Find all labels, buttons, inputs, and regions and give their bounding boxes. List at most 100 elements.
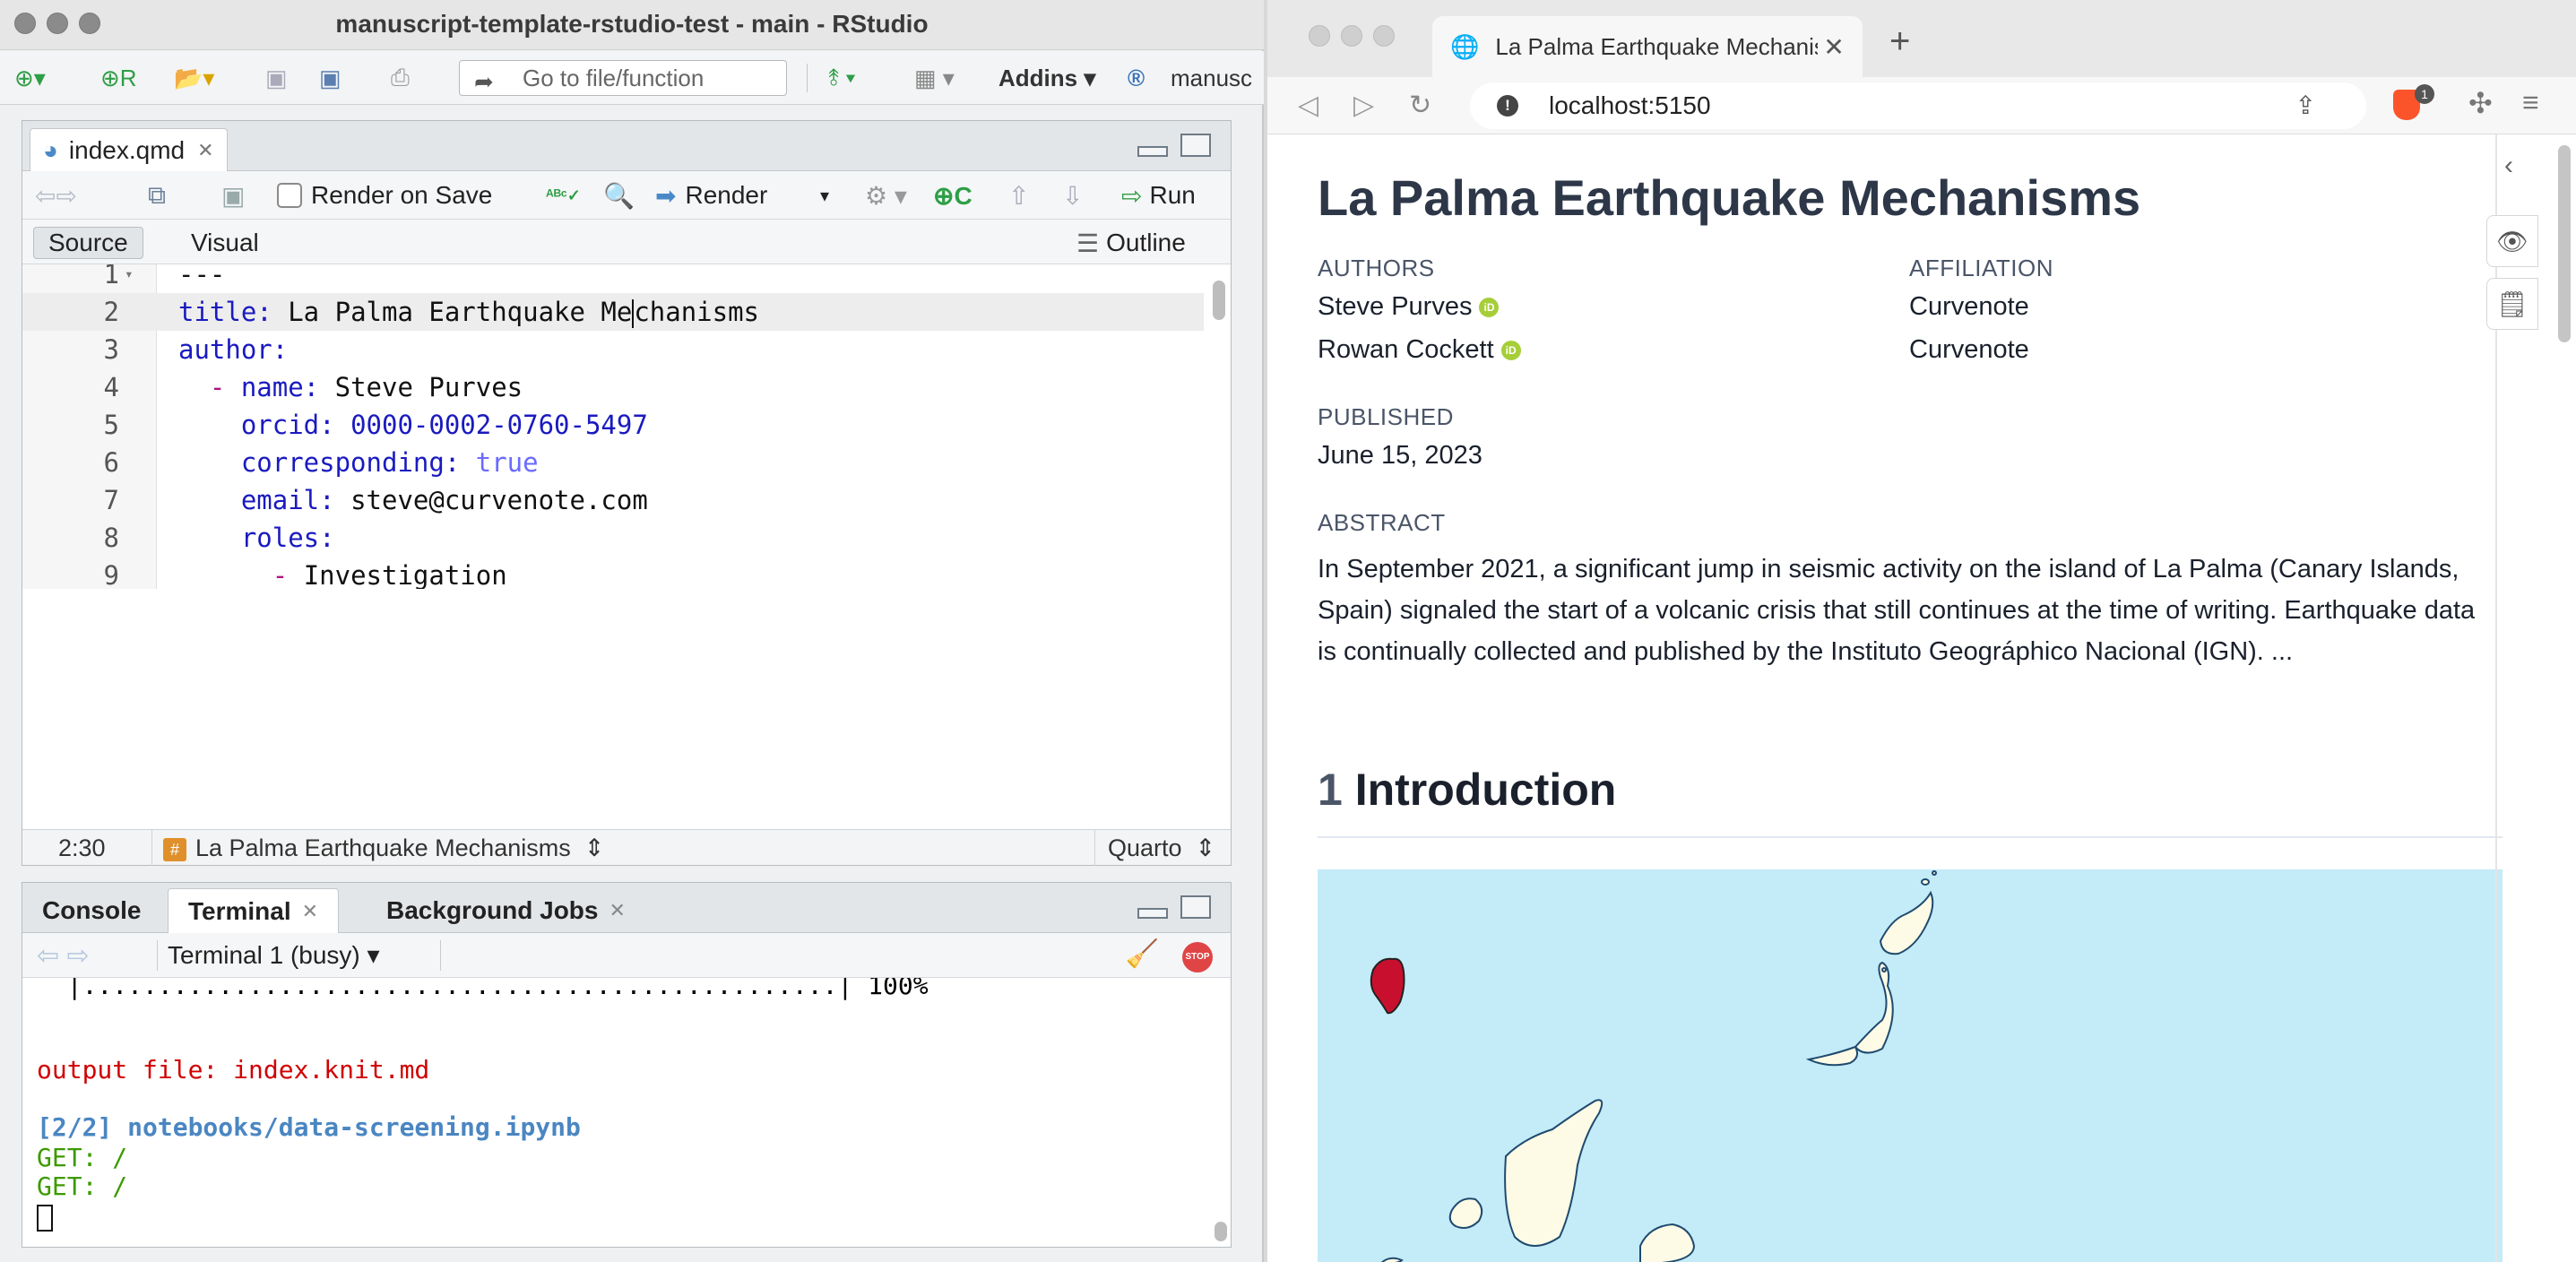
extensions-icon[interactable]: ✣ bbox=[2468, 86, 2493, 120]
code-line[interactable]: 6 corresponding: true bbox=[22, 444, 1204, 481]
render-options-chevron-icon[interactable]: ▾ bbox=[820, 180, 829, 211]
address-bar[interactable]: ! localhost:5150 ⇪ bbox=[1470, 82, 2366, 129]
outline-button[interactable]: ☰ Outline bbox=[1062, 227, 1200, 259]
open-file-icon[interactable]: 📂▾ bbox=[174, 62, 214, 94]
chunk-down-icon[interactable]: ⇩ bbox=[1062, 180, 1083, 211]
broom-clear-icon[interactable]: 🧹 bbox=[1126, 938, 1159, 970]
orcid-icon[interactable]: iD bbox=[1500, 341, 1521, 361]
code-line[interactable]: 8 roles: bbox=[22, 519, 1204, 557]
back-arrow-icon[interactable]: ⇦⇨ bbox=[35, 180, 77, 211]
browser-tab[interactable]: 🌐 La Palma Earthquake Mechanisms ✕ bbox=[1432, 16, 1863, 77]
source-mode-button[interactable]: Source bbox=[33, 227, 143, 259]
gear-icon[interactable]: ⚙ ▾ bbox=[865, 180, 907, 211]
print-icon[interactable]: ⎙ bbox=[391, 62, 410, 94]
spellcheck-icon[interactable]: ᴬᴮᶜ✓ bbox=[546, 180, 581, 211]
orcid-icon[interactable]: iD bbox=[1479, 298, 1500, 318]
file-tab-index-qmd[interactable]: ◕ index.qmd ✕ bbox=[30, 128, 228, 171]
terminal-output-file-line: output file: index.knit.md bbox=[37, 1055, 430, 1085]
minimize-pane-button[interactable] bbox=[1137, 146, 1168, 157]
vcs-icon[interactable]: ⥉ ▾ bbox=[828, 62, 855, 94]
close-tab-icon[interactable]: ✕ bbox=[1823, 32, 1844, 62]
render-on-save-checkbox[interactable]: Render on Save bbox=[277, 180, 492, 211]
save-all-icon[interactable]: ▣ bbox=[319, 62, 341, 94]
close-window-button[interactable] bbox=[1309, 25, 1330, 47]
code-text: - Investigation bbox=[272, 560, 507, 589]
info-icon[interactable]: ! bbox=[1497, 95, 1518, 117]
share-icon[interactable]: ⇪ bbox=[2295, 82, 2316, 129]
code-line[interactable]: 7 email: steve@curvenote.com bbox=[22, 481, 1204, 519]
minimize-window-button[interactable] bbox=[1341, 25, 1362, 47]
author-affiliation: Curvenote bbox=[1909, 335, 2029, 364]
chunk-up-icon[interactable]: ⇧ bbox=[1008, 180, 1029, 211]
zoom-window-button[interactable] bbox=[1373, 25, 1395, 47]
editor-toolbar: ⇦⇨ ⧉ ▣ Render on Save ᴬᴮᶜ✓ 🔍 ➡ Render ▾ … bbox=[22, 171, 1231, 220]
maximize-pane-button[interactable] bbox=[1180, 134, 1211, 157]
close-tab-icon[interactable]: ✕ bbox=[302, 900, 318, 923]
tab-background-jobs[interactable]: Background Jobs ✕ bbox=[367, 888, 645, 933]
tab-console[interactable]: Console bbox=[22, 888, 160, 933]
back-icon[interactable]: ◁ bbox=[1298, 90, 1318, 121]
file-type-selector[interactable]: Quarto ⇕ bbox=[1094, 830, 1215, 866]
project-label[interactable]: manusc bbox=[1171, 62, 1252, 94]
code-line[interactable]: 2 title: La Palma Earthquake Mechanisms bbox=[22, 293, 1204, 331]
menu-icon[interactable]: ≡ bbox=[2522, 86, 2539, 119]
save-icon[interactable]: ▣ bbox=[265, 62, 288, 94]
show-in-window-icon[interactable]: ⧉ bbox=[148, 180, 166, 211]
project-icon[interactable]: ® bbox=[1128, 62, 1145, 94]
goto-file-function-input[interactable]: ➦ Go to file/function bbox=[459, 60, 787, 96]
chevron-left-icon[interactable]: ‹ bbox=[2504, 151, 2513, 181]
run-button[interactable]: ⇨ Run bbox=[1121, 180, 1196, 211]
globe-icon: 🌐 bbox=[1450, 32, 1480, 60]
terminal-select[interactable]: Terminal 1 (busy) ▾ bbox=[168, 940, 380, 971]
code-line[interactable]: 3 author: bbox=[22, 331, 1204, 368]
find-replace-icon[interactable]: 🔍 bbox=[603, 180, 635, 211]
close-tab-icon[interactable]: ✕ bbox=[197, 139, 213, 162]
code-line[interactable]: 4 - name: Steve Purves bbox=[22, 368, 1204, 406]
line-number: 6 bbox=[103, 447, 119, 478]
author-name[interactable]: Steve Purves iD bbox=[1318, 292, 1500, 322]
author-name-text: Steve Purves bbox=[1318, 292, 1473, 321]
new-project-icon[interactable]: ⊕R bbox=[100, 62, 137, 94]
author-affiliation: Curvenote bbox=[1909, 292, 2029, 321]
browser-scrollbar[interactable] bbox=[2558, 145, 2571, 342]
eye-icon[interactable]: 👁 bbox=[2486, 215, 2538, 267]
addins-menu[interactable]: Addins ▾ bbox=[998, 62, 1095, 94]
render-button[interactable]: ➡ Render bbox=[655, 180, 767, 211]
canary-islands-map bbox=[1318, 869, 2503, 1262]
close-tab-icon[interactable]: ✕ bbox=[609, 899, 625, 922]
save-file-icon[interactable]: ▣ bbox=[221, 180, 245, 211]
fold-chevron-icon[interactable]: ▾ bbox=[125, 264, 134, 293]
code-line[interactable]: 1 ▾ --- bbox=[22, 264, 1204, 293]
author-name[interactable]: Rowan Cockett iD bbox=[1318, 335, 1521, 365]
goto-arrow-icon: ➦ bbox=[474, 68, 494, 95]
editor-scrollbar[interactable] bbox=[1213, 281, 1225, 320]
terminal-output[interactable]: |.......................................… bbox=[22, 978, 1204, 1247]
reload-icon[interactable]: ↻ bbox=[1409, 90, 1431, 121]
page-viewport: La Palma Earthquake Mechanisms AUTHORS A… bbox=[1267, 134, 2576, 1262]
forward-icon[interactable]: ▷ bbox=[1353, 90, 1374, 121]
maximize-pane-button[interactable] bbox=[1180, 895, 1211, 919]
visual-mode-button[interactable]: Visual bbox=[177, 227, 273, 259]
section-selector[interactable]: # La Palma Earthquake Mechanisms ⇕ bbox=[151, 830, 604, 866]
file-tab-label: index.qmd bbox=[68, 135, 186, 164]
code-line[interactable]: 9 - Investigation bbox=[22, 557, 1204, 589]
stop-icon[interactable]: STOP bbox=[1182, 942, 1213, 972]
insert-chunk-icon[interactable]: ⊕C bbox=[933, 180, 972, 211]
code-text: roles: bbox=[240, 523, 335, 553]
note-icon[interactable]: 🗒 bbox=[2486, 278, 2538, 330]
new-file-icon[interactable]: ⊕▾ bbox=[14, 62, 46, 94]
code-text: title: La Palma Earthquake Mechanisms bbox=[178, 297, 760, 328]
minimize-pane-button[interactable] bbox=[1137, 908, 1168, 919]
line-number: 3 bbox=[103, 334, 119, 365]
browser-tab-strip: 🌐 La Palma Earthquake Mechanisms ✕ + bbox=[1267, 0, 2576, 77]
terminal-scrollbar[interactable] bbox=[1215, 1222, 1227, 1241]
line-number: 9 bbox=[103, 560, 119, 589]
tab-terminal[interactable]: Terminal ✕ bbox=[168, 888, 340, 933]
terminal-nav-arrows-icon[interactable]: ⇦ ⇨ bbox=[37, 940, 90, 972]
code-editor[interactable]: 1 ▾ --- 2 title: La Palma Earthquake Mechani… bbox=[22, 264, 1204, 589]
code-line[interactable]: 5 orcid: 0000-0002-0760-5497 bbox=[22, 406, 1204, 444]
published-date: June 15, 2023 bbox=[1318, 441, 1482, 470]
workspace-panes-icon[interactable]: ▦ ▾ bbox=[914, 62, 955, 94]
browser-tab-title: La Palma Earthquake Mechanisms bbox=[1495, 32, 1818, 60]
new-tab-icon[interactable]: + bbox=[1889, 22, 1910, 62]
